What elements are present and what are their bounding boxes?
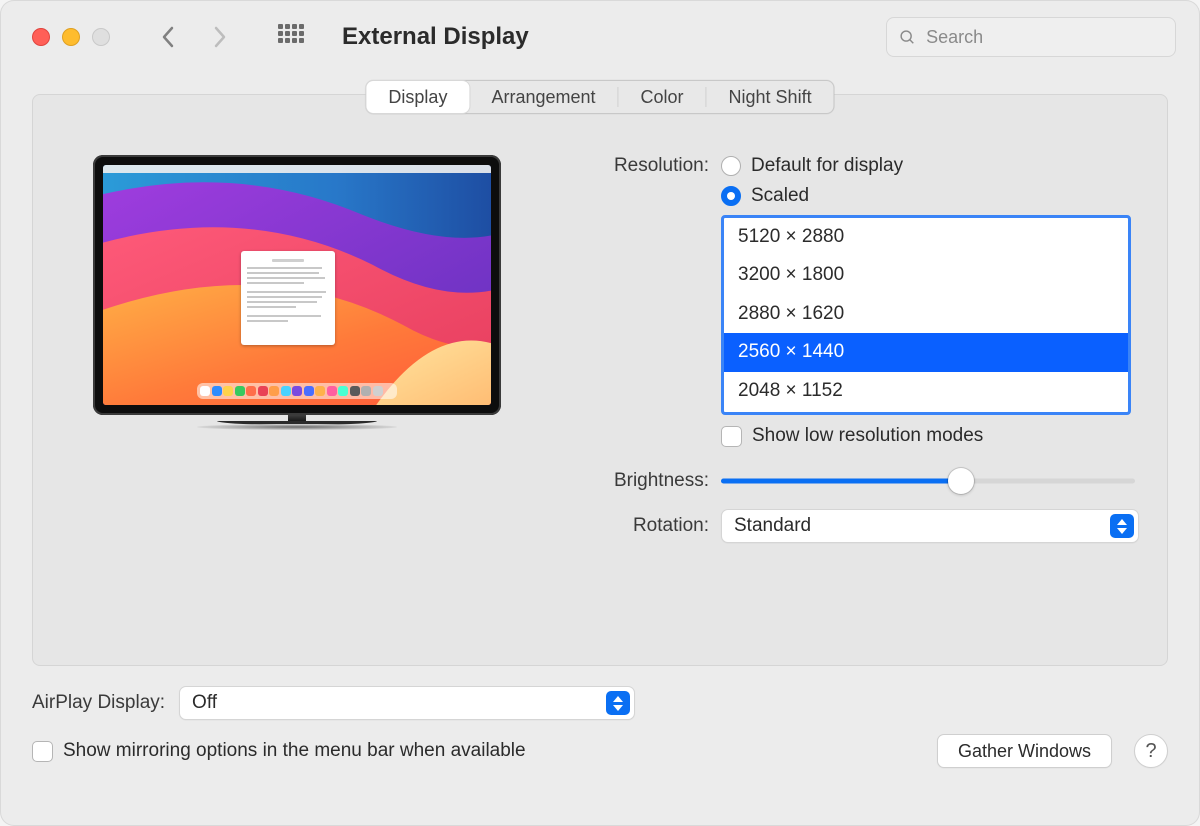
- airplay-label: AirPlay Display:: [32, 692, 165, 714]
- help-button[interactable]: ?: [1134, 734, 1168, 768]
- nav-buttons: [154, 23, 234, 51]
- mirroring-checkbox[interactable]: [32, 741, 53, 762]
- monitor-stand: [237, 415, 357, 435]
- chevron-up-down-icon: [606, 691, 630, 715]
- resolution-default-option[interactable]: Default for display: [721, 155, 903, 177]
- window-title: External Display: [342, 23, 529, 51]
- display-controls: Resolution: Default for display Scaled: [581, 155, 1139, 543]
- resolution-option[interactable]: 5120 × 2880: [724, 218, 1128, 256]
- search-field-wrapper: [886, 17, 1176, 57]
- radio-icon: [721, 186, 741, 206]
- content-area: Display Arrangement Color Night Shift: [0, 74, 1200, 826]
- resolution-list[interactable]: 5120 × 28803200 × 18002880 × 16202560 × …: [721, 215, 1131, 415]
- select-value: Off: [192, 692, 217, 714]
- radio-label: Default for display: [751, 155, 903, 177]
- rotation-label: Rotation:: [581, 515, 709, 537]
- resolution-option[interactable]: 2560 × 1440: [724, 333, 1128, 371]
- forward-button[interactable]: [206, 23, 234, 51]
- tab-display[interactable]: Display: [366, 81, 469, 113]
- button-label: Gather Windows: [958, 741, 1091, 762]
- tab-color[interactable]: Color: [619, 81, 706, 113]
- checkbox-label: Show low resolution modes: [752, 425, 983, 447]
- dock-preview: [197, 383, 397, 399]
- resolution-option[interactable]: 1600 × 900: [724, 410, 1128, 415]
- system-preferences-window: External Display Display Arrangement Col…: [0, 0, 1200, 826]
- display-preview: [93, 155, 501, 435]
- resolution-option[interactable]: 2048 × 1152: [724, 372, 1128, 410]
- show-all-preferences-button[interactable]: [278, 24, 304, 50]
- search-input[interactable]: [924, 26, 1163, 49]
- close-window-button[interactable]: [32, 28, 50, 46]
- tab-night-shift[interactable]: Night Shift: [707, 81, 834, 113]
- chevron-up-down-icon: [1110, 514, 1134, 538]
- checkbox-icon: [721, 426, 742, 447]
- back-button[interactable]: [154, 23, 182, 51]
- titlebar: External Display: [0, 0, 1200, 74]
- select-value: Standard: [734, 515, 811, 537]
- mirroring-label: Show mirroring options in the menu bar w…: [63, 740, 526, 762]
- radio-label: Scaled: [751, 185, 809, 207]
- tab-arrangement[interactable]: Arrangement: [469, 81, 617, 113]
- resolution-label: Resolution:: [581, 155, 709, 177]
- preview-document-window: [241, 251, 335, 345]
- monitor-frame: [93, 155, 501, 415]
- brightness-slider[interactable]: [721, 469, 1135, 493]
- tab-label: Display: [388, 87, 447, 108]
- resolution-scaled-option[interactable]: Scaled: [721, 185, 903, 207]
- gather-windows-button[interactable]: Gather Windows: [937, 734, 1112, 768]
- radio-icon: [721, 156, 741, 176]
- display-settings-panel: Display Arrangement Color Night Shift: [32, 94, 1168, 666]
- tab-label: Night Shift: [729, 87, 812, 108]
- window-controls: [32, 28, 110, 46]
- tab-label: Arrangement: [491, 87, 595, 108]
- resolution-option[interactable]: 2880 × 1620: [724, 295, 1128, 333]
- tab-label: Color: [641, 87, 684, 108]
- minimize-window-button[interactable]: [62, 28, 80, 46]
- brightness-label: Brightness:: [581, 470, 709, 492]
- zoom-window-button[interactable]: [92, 28, 110, 46]
- settings-tabs: Display Arrangement Color Night Shift: [365, 80, 834, 114]
- show-low-res-checkbox-row[interactable]: Show low resolution modes: [721, 425, 1139, 447]
- monitor-screen: [103, 165, 491, 405]
- airplay-select[interactable]: Off: [179, 686, 635, 720]
- footer-area: AirPlay Display: Off Show mirroring opti…: [32, 686, 1168, 768]
- resolution-option[interactable]: 3200 × 1800: [724, 256, 1128, 294]
- rotation-select[interactable]: Standard: [721, 509, 1139, 543]
- search-icon: [899, 28, 916, 47]
